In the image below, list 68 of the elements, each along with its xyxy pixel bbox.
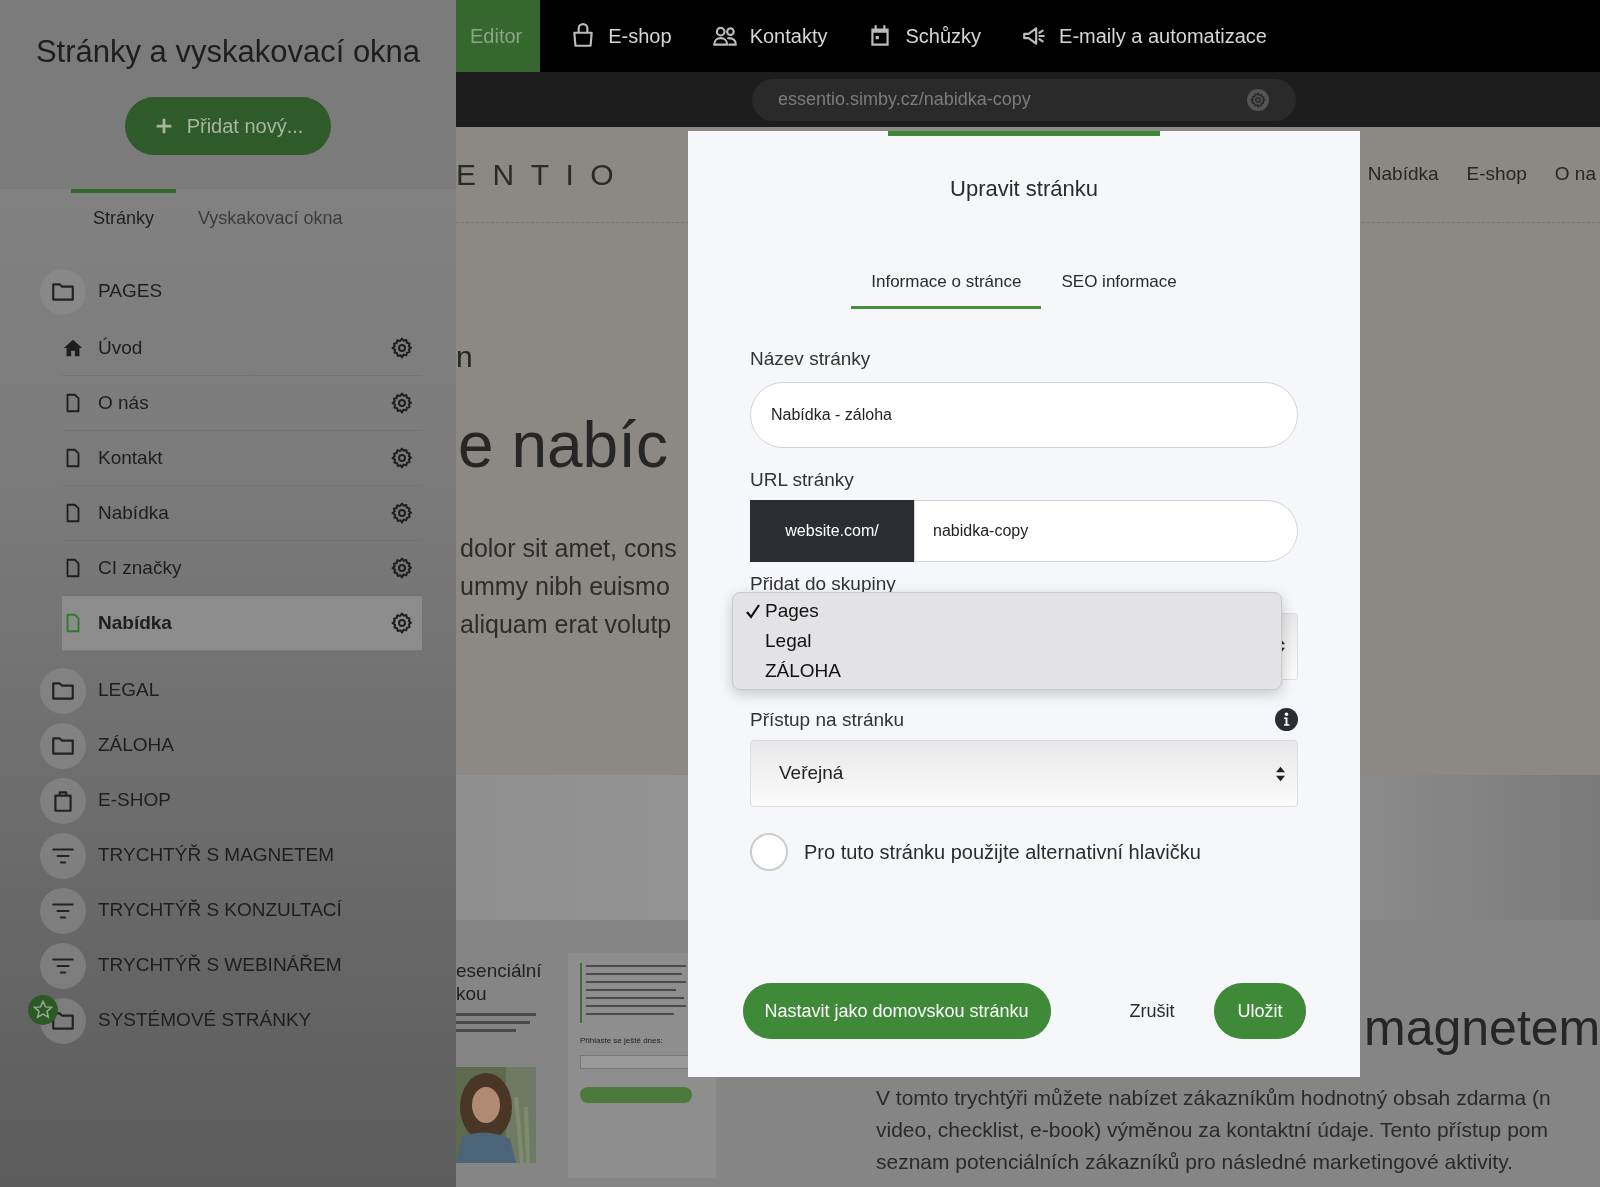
nav-link[interactable]: Nabídka xyxy=(1367,160,1439,189)
folder-row[interactable]: TRYCHTÝŘ S MAGNETEM xyxy=(0,828,456,883)
field-label: Přístup na stránku xyxy=(750,707,906,732)
save-button[interactable]: Uložit xyxy=(1214,983,1306,1039)
sidebar-tab[interactable]: Vyskakovací okna xyxy=(176,189,365,244)
cancel-button[interactable]: Zrušit xyxy=(1109,983,1195,1039)
paragraph-line: dolor sit amet, cons xyxy=(460,533,677,564)
page-row[interactable]: Nabídka xyxy=(62,486,422,541)
settings-icon[interactable] xyxy=(390,391,414,415)
folder-row[interactable]: SYSTÉMOVÉ STRÁNKY xyxy=(0,993,456,1048)
nav-tab[interactable]: Kontakty xyxy=(691,0,848,72)
dialog-tab[interactable]: Informace o stránce xyxy=(851,257,1042,309)
add-new-button[interactable]: Přidat nový... xyxy=(124,97,332,155)
signup-text: Přihlaste se ještě dnes: xyxy=(580,1035,664,1047)
paragraph-line: V tomto trychtýři můžete nabízet zákazníkům hodnotný obsah zdarma (n xyxy=(876,1085,1551,1111)
dialog-title: Upravit stránku xyxy=(950,175,1098,203)
field-label: Přidat do skupiny xyxy=(750,572,897,596)
folder-row[interactable]: TRYCHTÝŘ S KONZULTACÍ xyxy=(0,883,456,938)
star-badge-icon xyxy=(28,995,58,1025)
url-field[interactable]: nabidka-copy xyxy=(914,500,1298,562)
section-heading: magnetem xyxy=(1364,1003,1600,1053)
settings-icon[interactable] xyxy=(390,446,414,470)
folder-row[interactable]: TRYCHTÝŘ S WEBINÁŘEM xyxy=(0,938,456,993)
page-row[interactable]: Kontakt xyxy=(62,431,422,486)
settings-icon[interactable] xyxy=(390,336,414,360)
heading-text: n xyxy=(456,339,473,375)
url-field[interactable]: essentio.simby.cz/nabidka-copy xyxy=(752,78,1296,121)
page-row[interactable]: Úvod xyxy=(62,321,422,376)
sidebar-title: Stránky a vyskakovací okna xyxy=(35,36,421,67)
home-icon xyxy=(62,337,84,359)
select-arrows-icon xyxy=(1276,765,1285,782)
nav-tab[interactable]: Editor xyxy=(456,0,541,72)
field-label: Název stránky xyxy=(750,347,872,371)
settings-icon[interactable] xyxy=(390,501,414,525)
folder-row[interactable]: E-SHOP xyxy=(0,773,456,828)
radio-toggle[interactable] xyxy=(750,833,788,871)
folder-row[interactable]: PAGES xyxy=(0,264,456,319)
nav-link[interactable]: O na xyxy=(1554,160,1596,189)
option-label: Pro tuto stránku použijte alternativní hlavičku xyxy=(804,840,1201,865)
access-select[interactable]: Veřejná xyxy=(750,740,1298,807)
paragraph-line: ummy nibh euismo xyxy=(460,571,671,602)
dropdown-option[interactable]: ZÁLOHA xyxy=(733,656,1281,686)
logo-text: ENTIO xyxy=(456,157,631,193)
sidebar-tab[interactable]: Stránky xyxy=(71,189,177,244)
name-field[interactable]: Nabídka - záloha xyxy=(750,381,1298,448)
page-row[interactable]: O nás xyxy=(62,376,422,431)
settings-icon[interactable] xyxy=(390,556,414,580)
page-row[interactable]: Nabídka xyxy=(62,596,422,651)
nav-tab[interactable]: E-maily a automatizace xyxy=(1001,0,1287,72)
folder-row[interactable]: LEGAL xyxy=(0,663,456,718)
dialog-tab[interactable]: SEO informace xyxy=(1041,257,1197,309)
field-label: URL stránky xyxy=(750,467,855,492)
settings-icon[interactable] xyxy=(390,611,414,635)
card-heading: kou xyxy=(456,982,488,1005)
paragraph-line: aliquam erat volutp xyxy=(460,609,673,640)
paragraph-line: seznam potenciálních zákazníků pro následné marketingové aktivity. xyxy=(876,1149,1514,1175)
nav-tab[interactable]: Schůzky xyxy=(847,0,1002,72)
card-heading: esenciální xyxy=(456,959,543,982)
url-prefix: website.com/ xyxy=(750,500,914,562)
folder-row[interactable]: ZÁLOHA xyxy=(0,718,456,773)
set-homepage-button[interactable]: Nastavit jako domovskou stránku xyxy=(742,983,1051,1039)
headline-text: e nabíc xyxy=(458,413,668,477)
nav-tab[interactable]: E-shop xyxy=(550,0,692,72)
info-icon[interactable] xyxy=(1275,708,1298,732)
paragraph-line: video, checklist, e-book) výměnou za kontaktní údaje. Tento přístup pom xyxy=(876,1117,1549,1143)
dropdown-option[interactable]: Pages xyxy=(733,596,1281,626)
nav-link[interactable]: E-shop xyxy=(1466,160,1527,189)
dropdown-option[interactable]: Legal xyxy=(733,626,1281,656)
